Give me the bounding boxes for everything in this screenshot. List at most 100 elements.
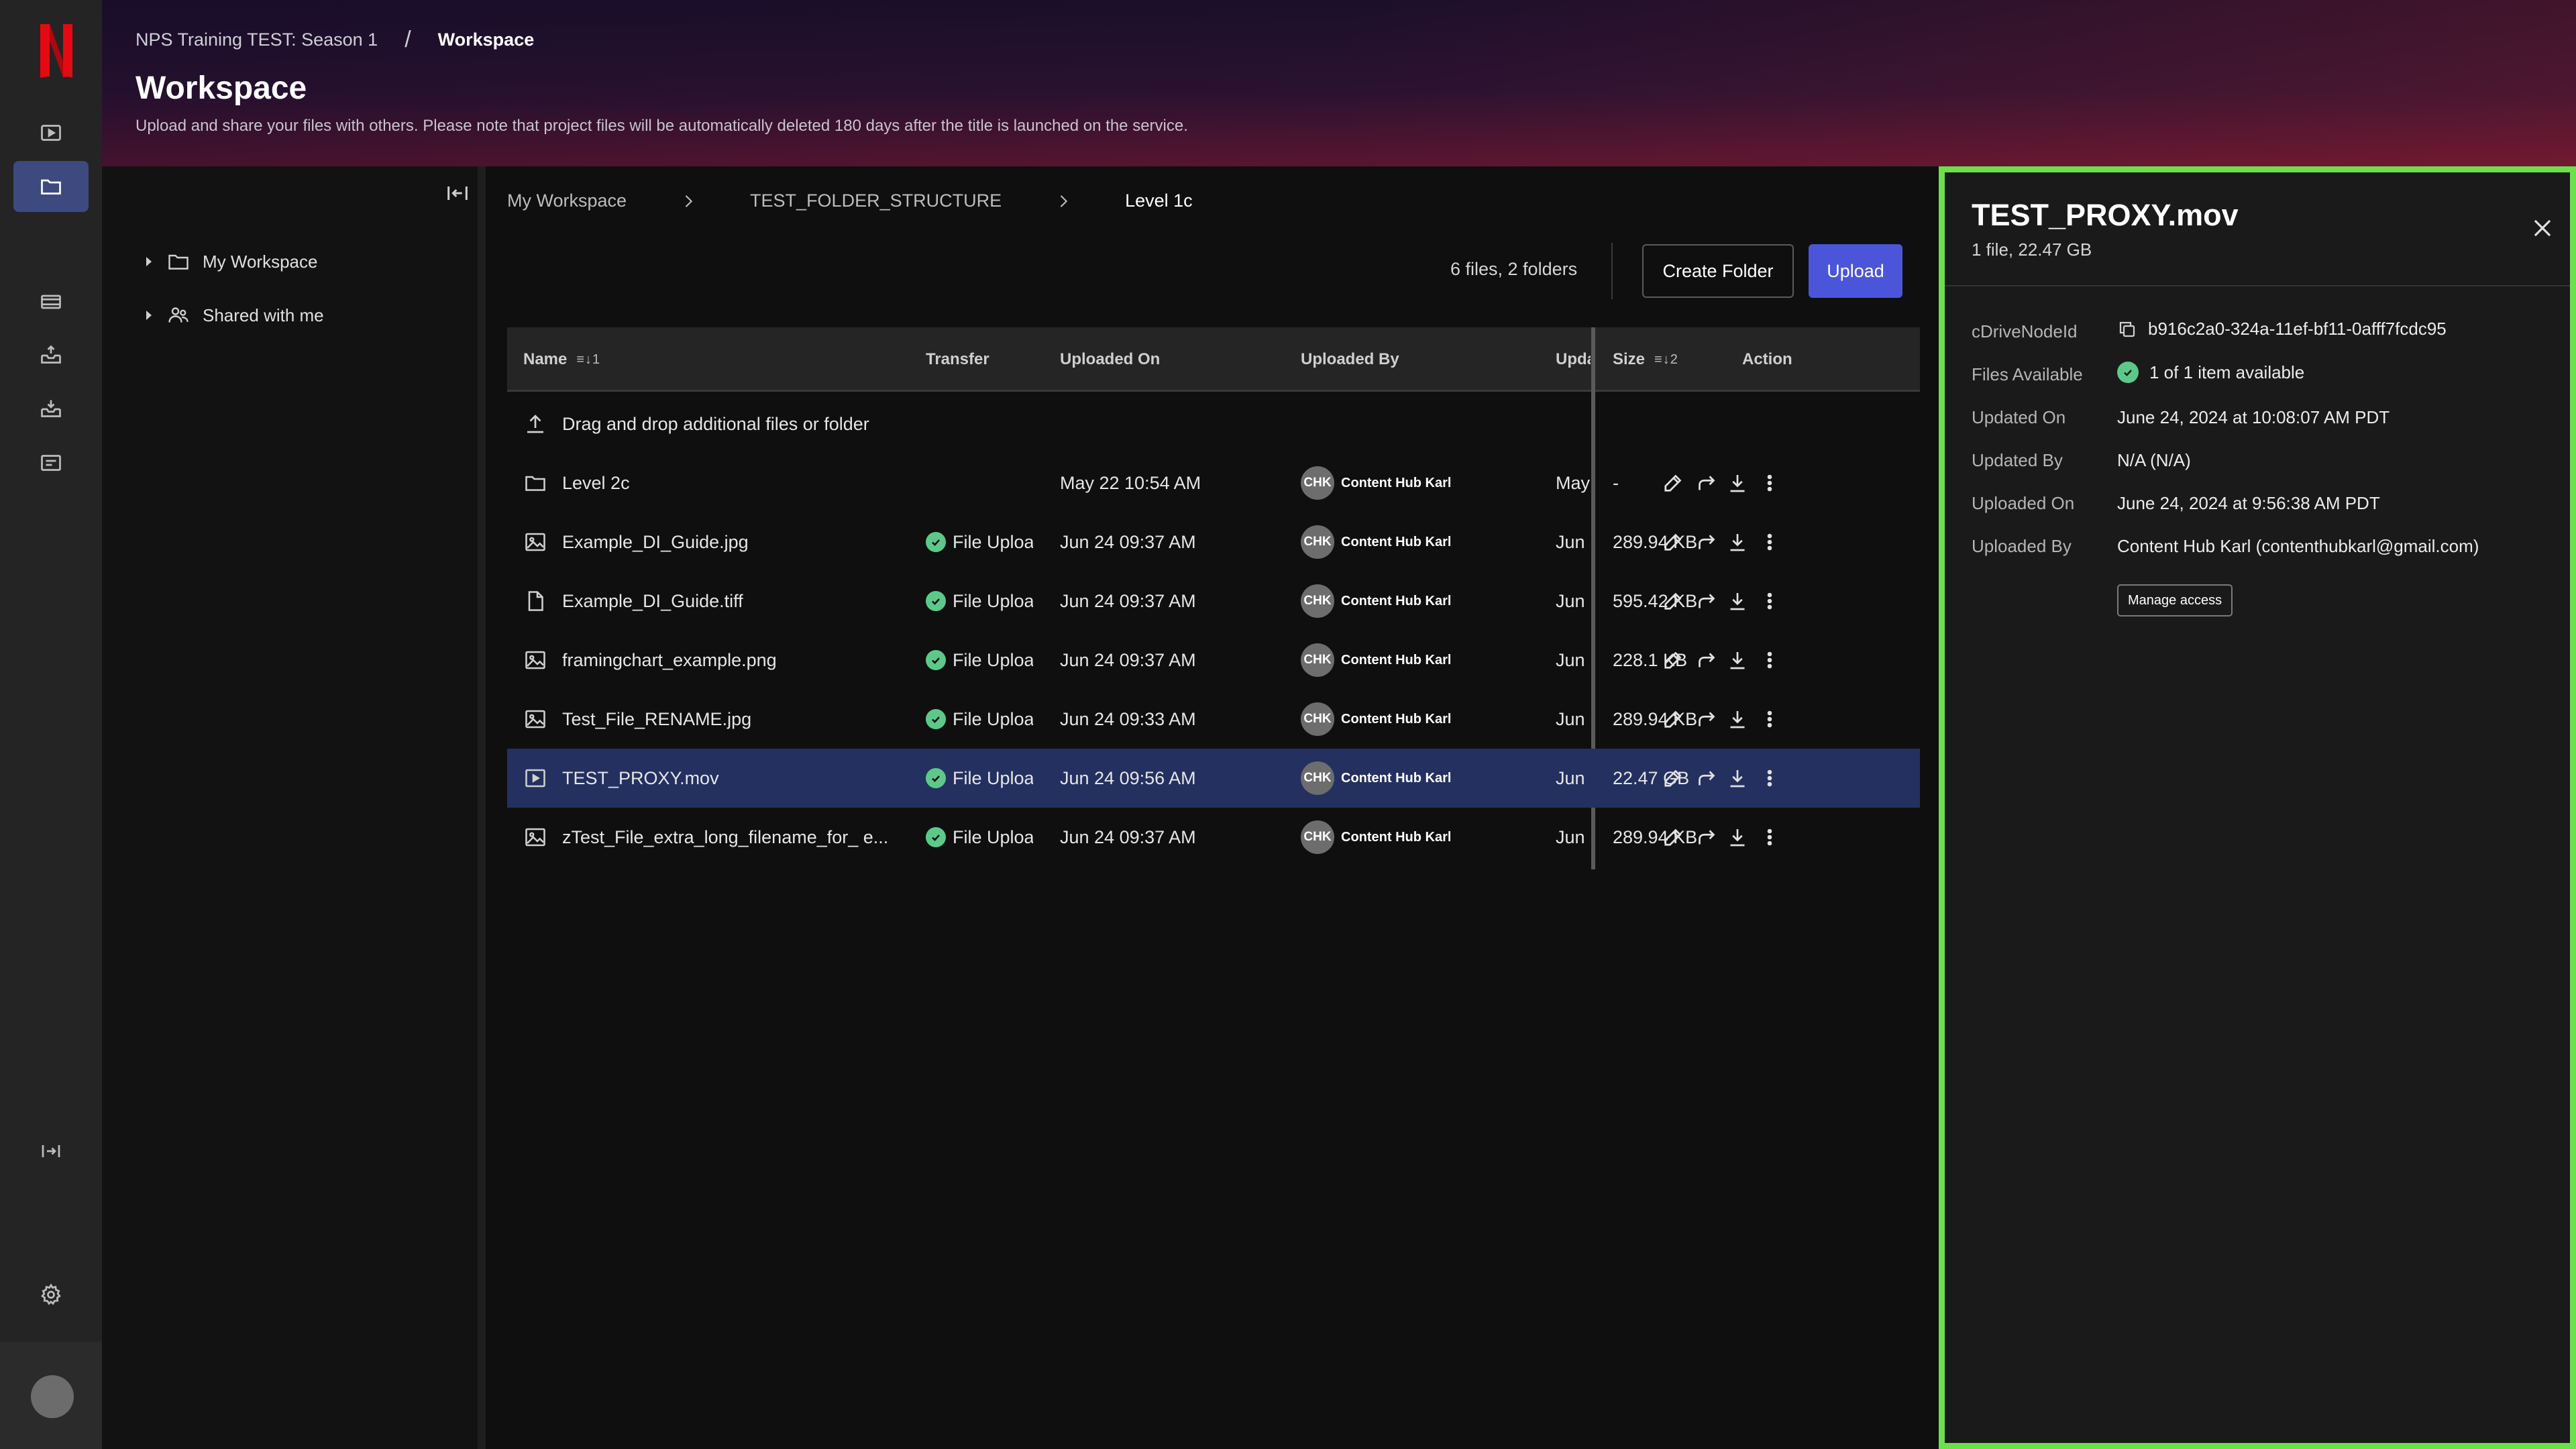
file-name[interactable]: Example_DI_Guide.tiff xyxy=(562,572,911,631)
table-row[interactable]: Test_File_RENAME.jpg File Uploa Jun 24 09:… xyxy=(507,690,1920,749)
download-icon[interactable] xyxy=(1725,471,1750,495)
close-details-button[interactable] xyxy=(2530,215,2555,241)
file-name[interactable]: TEST_PROXY.mov xyxy=(562,749,911,808)
download-icon[interactable] xyxy=(1725,766,1750,790)
sort-order: 1 xyxy=(592,352,601,367)
caret-right-icon[interactable] xyxy=(142,309,156,322)
crumb-test-folder-structure[interactable]: TEST_FOLDER_STRUCTURE xyxy=(750,191,1002,211)
image-icon xyxy=(523,648,547,672)
field-value-files-available: 1 of 1 item available xyxy=(2117,362,2304,383)
uploaded-on: Jun 24 09:37 AM xyxy=(1060,826,1196,847)
more-vertical-icon[interactable] xyxy=(1758,766,1782,790)
field-label-cdrivenodeid: cDriveNodeId xyxy=(1972,321,2078,341)
download-icon[interactable] xyxy=(1725,530,1750,554)
column-header-transfer[interactable]: Transfer xyxy=(926,327,1046,392)
edit-pencil-icon[interactable] xyxy=(1661,471,1685,495)
table-row[interactable]: Level 2c May 22 10:54 AM CHK Content Hub Ka… xyxy=(507,453,1920,513)
sidebar-item-requests[interactable] xyxy=(13,437,89,488)
manage-access-button[interactable]: Manage access xyxy=(2117,584,2233,616)
download-icon[interactable] xyxy=(1725,707,1750,731)
settings-button[interactable] xyxy=(13,1269,89,1320)
more-vertical-icon[interactable] xyxy=(1758,471,1782,495)
share-arrow-icon[interactable] xyxy=(1695,766,1719,790)
folder-icon xyxy=(39,174,63,199)
table-row[interactable]: Example_DI_Guide.jpg File Uploa Jun 24 09:… xyxy=(507,513,1920,572)
edit-pencil-icon[interactable] xyxy=(1661,825,1685,849)
check-circle-icon xyxy=(926,768,946,788)
tree-item-my-workspace[interactable]: My Workspace xyxy=(142,247,317,276)
people-icon xyxy=(166,303,191,327)
more-vertical-icon[interactable] xyxy=(1758,530,1782,554)
field-label-uploaded-by: Uploaded By xyxy=(1972,536,2072,556)
collapse-tree-button[interactable] xyxy=(444,180,471,207)
upload-icon xyxy=(523,412,547,436)
file-name[interactable]: Test_File_RENAME.jpg xyxy=(562,690,911,749)
field-value-updated-by: N/A (N/A) xyxy=(2117,450,2191,470)
copy-icon[interactable] xyxy=(2117,319,2137,339)
share-arrow-icon[interactable] xyxy=(1695,648,1719,672)
edit-pencil-icon[interactable] xyxy=(1661,707,1685,731)
more-vertical-icon[interactable] xyxy=(1758,648,1782,672)
sidebar-item-deliveries[interactable] xyxy=(13,330,89,381)
sidebar-item-workspace[interactable] xyxy=(13,161,89,212)
folder-tree-panel: My Workspace Shared with me xyxy=(102,166,478,1449)
table-row[interactable]: TEST_PROXY.mov File Uploa Jun 24 09:56 AM C… xyxy=(507,749,1920,808)
collapse-panel-icon xyxy=(444,180,471,207)
share-arrow-icon[interactable] xyxy=(1695,471,1719,495)
details-subtitle: 1 file, 22.47 GB xyxy=(1972,239,2092,260)
caret-right-icon[interactable] xyxy=(142,255,156,268)
share-arrow-icon[interactable] xyxy=(1695,825,1719,849)
sort-indicator[interactable]: ≡↓2 xyxy=(1654,352,1678,368)
column-header-uploaded-by[interactable]: Uploaded By xyxy=(1301,327,1502,392)
file-name[interactable]: Level 2c xyxy=(562,453,911,513)
edit-pencil-icon[interactable] xyxy=(1661,530,1685,554)
more-vertical-icon[interactable] xyxy=(1758,589,1782,613)
download-icon[interactable] xyxy=(1725,825,1750,849)
more-vertical-icon[interactable] xyxy=(1758,707,1782,731)
column-header-size[interactable]: Size ≡↓2 xyxy=(1613,327,1733,392)
dropzone-row[interactable]: Drag and drop additional files or folder xyxy=(507,394,1920,453)
field-value-uploaded-on: June 24, 2024 at 9:56:38 AM PDT xyxy=(2117,493,2380,513)
sidebar-item-media[interactable] xyxy=(13,276,89,327)
transfer-text: File Uploa xyxy=(953,826,1033,847)
table-row[interactable]: Example_DI_Guide.tiff File Uploa Jun 24 09… xyxy=(507,572,1920,631)
column-header-action: Action xyxy=(1742,350,1792,368)
file-name[interactable]: framingchart_example.png xyxy=(562,631,911,690)
table-row[interactable]: framingchart_example.png File Uploa Jun 24… xyxy=(507,631,1920,690)
uploader-name: Content Hub Karl xyxy=(1341,652,1452,667)
sidebar-item-receive[interactable] xyxy=(13,384,89,435)
crumb-my-workspace[interactable]: My Workspace xyxy=(507,191,627,211)
breadcrumb-project[interactable]: NPS Training TEST: Season 1 xyxy=(136,30,378,50)
table-row[interactable]: zTest_File_extra_long_filename_for_ e...… xyxy=(507,808,1920,867)
edit-pencil-icon[interactable] xyxy=(1661,766,1685,790)
updated-on: Jun xyxy=(1556,649,1585,670)
crumb-current: Level 1c xyxy=(1125,191,1193,211)
upload-button[interactable]: Upload xyxy=(1809,244,1902,298)
create-folder-button[interactable]: Create Folder xyxy=(1642,244,1794,298)
avatar[interactable] xyxy=(31,1375,74,1418)
table-header: Name ≡↓1 Transfer Uploaded On Uploaded B… xyxy=(507,327,1920,392)
expand-sidebar-button[interactable] xyxy=(13,1126,89,1177)
panel-divider[interactable] xyxy=(478,166,486,1449)
sort-indicator[interactable]: ≡↓1 xyxy=(576,352,600,368)
field-value-updated-on: June 24, 2024 at 10:08:07 AM PDT xyxy=(2117,407,2390,427)
image-icon xyxy=(523,825,547,849)
share-arrow-icon[interactable] xyxy=(1695,707,1719,731)
share-arrow-icon[interactable] xyxy=(1695,589,1719,613)
edit-pencil-icon[interactable] xyxy=(1661,648,1685,672)
transfer-status xyxy=(926,453,1033,513)
file-name[interactable]: Example_DI_Guide.jpg xyxy=(562,513,911,572)
column-header-updated[interactable]: Upda xyxy=(1556,327,1591,392)
download-icon[interactable] xyxy=(1725,648,1750,672)
tree-item-shared-with-me[interactable]: Shared with me xyxy=(142,301,324,330)
sidebar-item-titles[interactable] xyxy=(13,107,89,158)
more-vertical-icon[interactable] xyxy=(1758,825,1782,849)
column-header-uploaded-on[interactable]: Uploaded On xyxy=(1060,327,1261,392)
share-arrow-icon[interactable] xyxy=(1695,530,1719,554)
file-name[interactable]: zTest_File_extra_long_filename_for_ e... xyxy=(562,808,911,867)
netflix-logo-icon[interactable] xyxy=(38,23,75,79)
edit-pencil-icon[interactable] xyxy=(1661,589,1685,613)
breadcrumb-current: Workspace xyxy=(437,30,535,50)
column-header-name[interactable]: Name ≡↓1 xyxy=(523,327,724,392)
download-icon[interactable] xyxy=(1725,589,1750,613)
